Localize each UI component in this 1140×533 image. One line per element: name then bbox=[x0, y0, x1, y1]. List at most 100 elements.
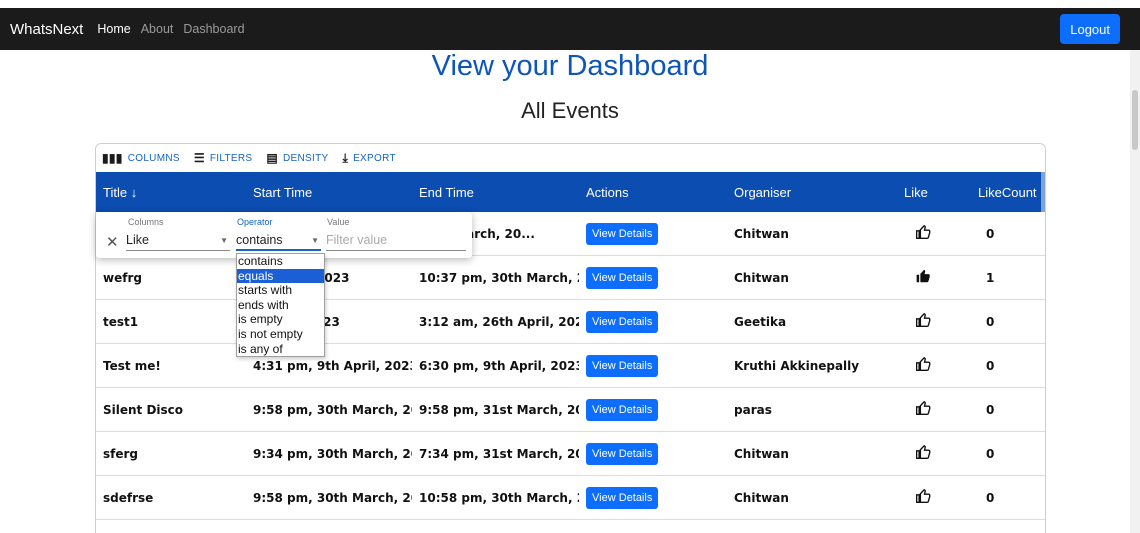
nav-dashboard[interactable]: Dashboard bbox=[183, 22, 244, 36]
cell-start-time: 4:31 pm, 9th April, 2023 bbox=[253, 358, 412, 373]
filter-operator-label: Operator bbox=[237, 217, 273, 227]
cell-likecount: 0 bbox=[971, 491, 1045, 505]
thumbs-up-icon[interactable] bbox=[915, 444, 931, 463]
cell-title: Test me! bbox=[103, 358, 161, 373]
operator-option[interactable]: is not empty bbox=[237, 327, 324, 342]
nav-about[interactable]: About bbox=[141, 22, 174, 36]
nav-home[interactable]: Home bbox=[97, 22, 130, 36]
cell-actions: View Details bbox=[579, 442, 727, 465]
filters-label: Filters bbox=[209, 152, 253, 164]
likecount-value: 0 bbox=[986, 226, 995, 241]
columns-icon: ▮▮▮ bbox=[102, 151, 123, 165]
window-top bbox=[0, 0, 1140, 8]
filter-panel: Columns Operator Value ✕ Like ▼ contains… bbox=[96, 212, 472, 258]
export-button[interactable]: ⤓ Export bbox=[342, 151, 395, 166]
thumbs-up-icon[interactable] bbox=[915, 356, 931, 375]
view-details-button[interactable]: View Details bbox=[586, 222, 659, 245]
grid-toolbar: ▮▮▮ Columns ☰ Filters ▤ Density ⤓ Export bbox=[96, 144, 1045, 172]
filters-button[interactable]: ☰ Filters bbox=[194, 151, 253, 165]
cell-start-time: 9:58 pm, 30th March, 2023 bbox=[253, 490, 412, 505]
cell-like bbox=[897, 488, 971, 507]
cell-end-time: 7:34 pm, 31st March, 2023 bbox=[419, 446, 579, 461]
columns-button[interactable]: ▮▮▮ Columns bbox=[102, 151, 180, 165]
cell-organiser: Chitwan bbox=[734, 446, 789, 461]
operator-option[interactable]: is any of bbox=[237, 342, 324, 357]
likecount-value: 0 bbox=[986, 446, 995, 461]
logout-button[interactable]: Logout bbox=[1060, 14, 1120, 44]
cell-like bbox=[897, 400, 971, 419]
cell-like bbox=[897, 444, 971, 463]
operator-option[interactable]: equals bbox=[237, 268, 324, 284]
header-like[interactable]: Like bbox=[897, 185, 971, 200]
filter-value-input[interactable]: Filter value bbox=[326, 231, 466, 251]
cell-like bbox=[897, 356, 971, 375]
cell-organiser: Chitwan bbox=[734, 270, 789, 285]
operator-option[interactable]: ends with bbox=[237, 298, 324, 313]
header-organiser[interactable]: Organiser bbox=[727, 185, 897, 200]
operator-option[interactable]: contains bbox=[237, 254, 324, 269]
columns-label: Columns bbox=[127, 152, 180, 164]
likecount-value: 0 bbox=[986, 402, 995, 417]
view-details-button[interactable]: View Details bbox=[586, 486, 659, 509]
cell-likecount: 0 bbox=[971, 446, 1045, 461]
table-row[interactable]: Silent Disco 9:58 pm, 30th March, 2023 9:5… bbox=[96, 388, 1045, 432]
thumbs-up-icon[interactable] bbox=[915, 488, 931, 507]
cell-likecount: 1 bbox=[971, 271, 1045, 285]
cell-likecount: 0 bbox=[971, 402, 1045, 417]
thumbs-up-icon[interactable] bbox=[915, 400, 931, 419]
filter-column-select[interactable]: Like ▼ bbox=[126, 231, 230, 251]
view-details-button[interactable]: View Details bbox=[586, 398, 659, 421]
cell-actions: View Details bbox=[579, 266, 727, 289]
cell-title: wefrg bbox=[103, 270, 142, 285]
thumbs-up-filled-icon[interactable] bbox=[916, 269, 931, 287]
cell-end-time: 10:37 pm, 30th March, 20... bbox=[419, 270, 579, 285]
brand-logo[interactable]: WhatsNext bbox=[10, 21, 83, 38]
cell-title: Silent Disco bbox=[103, 402, 184, 417]
view-details-button[interactable]: View Details bbox=[586, 354, 659, 377]
header-start-time[interactable]: Start Time bbox=[246, 185, 412, 200]
export-label: Export bbox=[353, 152, 396, 164]
filter-value-placeholder: Filter value bbox=[326, 233, 388, 247]
cell-organiser: paras bbox=[734, 402, 772, 417]
filter-operator-value: contains bbox=[236, 233, 283, 247]
view-details-button[interactable]: View Details bbox=[586, 310, 659, 333]
cell-actions: View Details bbox=[579, 398, 727, 421]
filter-columns-label: Columns bbox=[128, 217, 164, 227]
close-icon[interactable]: ✕ bbox=[106, 233, 119, 251]
header-resize-edge bbox=[1041, 172, 1045, 212]
page-subtitle: All Events bbox=[521, 98, 619, 123]
likecount-value: 0 bbox=[986, 358, 995, 373]
view-details-button[interactable]: View Details bbox=[586, 442, 659, 465]
density-button[interactable]: ▤ Density bbox=[266, 151, 328, 165]
operator-option[interactable]: is empty bbox=[237, 312, 324, 327]
header-actions[interactable]: Actions bbox=[579, 185, 727, 200]
operator-option[interactable]: starts with bbox=[237, 283, 324, 298]
filter-operator-select[interactable]: contains ▼ bbox=[236, 231, 321, 251]
cell-end-time: 3:12 am, 26th April, 2023 bbox=[419, 314, 579, 329]
cell-like bbox=[897, 312, 971, 331]
cell-title: sferg bbox=[103, 446, 139, 461]
cell-actions: View Details bbox=[579, 222, 727, 245]
chevron-down-icon: ▼ bbox=[220, 236, 228, 245]
table-row[interactable]: sdefrse 9:58 pm, 30th March, 2023 10:58 pm… bbox=[96, 476, 1045, 520]
cell-start-time: 9:34 pm, 30th March, 2023 bbox=[253, 446, 412, 461]
cell-end-time: 6:30 pm, 9th April, 2023 bbox=[419, 358, 579, 373]
table-row[interactable]: sferg 9:34 pm, 30th March, 2023 7:34 pm, 3… bbox=[96, 432, 1045, 476]
chevron-down-icon: ▼ bbox=[311, 236, 319, 245]
grid-header: Title ↓ Start Time End Time Actions Orga… bbox=[96, 172, 1045, 212]
thumbs-up-icon[interactable] bbox=[915, 312, 931, 331]
header-likecount[interactable]: LikeCount bbox=[971, 185, 1045, 200]
cell-title: test1 bbox=[103, 314, 139, 329]
filter-icon: ☰ bbox=[193, 151, 205, 165]
filter-value-label: Value bbox=[327, 217, 350, 227]
cell-title: sdefrse bbox=[103, 490, 154, 505]
density-icon: ▤ bbox=[266, 151, 279, 165]
view-details-button[interactable]: View Details bbox=[586, 266, 659, 289]
header-title[interactable]: Title ↓ bbox=[96, 185, 246, 200]
page-title: View your Dashboard bbox=[431, 50, 709, 82]
filter-column-value: Like bbox=[126, 233, 149, 247]
thumbs-up-icon[interactable] bbox=[915, 224, 931, 243]
cell-like bbox=[897, 269, 971, 287]
cell-organiser: Chitwan bbox=[734, 226, 789, 241]
header-end-time[interactable]: End Time bbox=[412, 185, 579, 200]
